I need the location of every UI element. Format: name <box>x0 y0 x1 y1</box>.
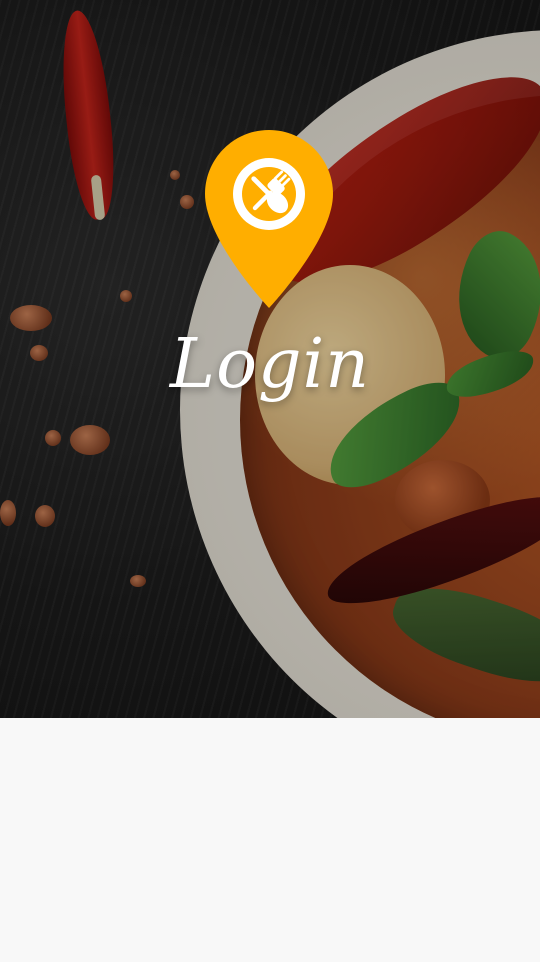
page-title: Login <box>169 325 371 404</box>
hero-food-image: Login <box>0 0 540 718</box>
login-panel <box>0 718 540 962</box>
location-pin-fork-spoon-icon <box>205 130 333 308</box>
